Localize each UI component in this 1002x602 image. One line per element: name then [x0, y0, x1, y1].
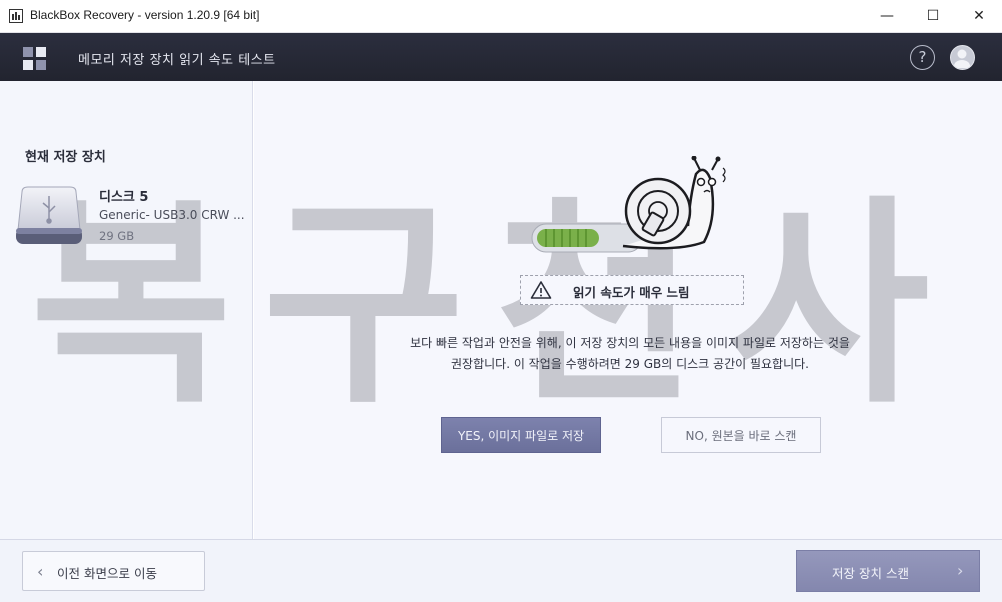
device-size: 29 GB: [99, 229, 135, 243]
menu-grid-icon[interactable]: [23, 47, 47, 71]
page-title: 메모리 저장 장치 읽기 속도 테스트: [78, 53, 276, 68]
minimize-button[interactable]: —: [864, 0, 910, 32]
slow-speed-warning: 읽기 속도가 매우 느림: [520, 275, 744, 305]
title-bar: BlackBox Recovery - version 1.20.9 [64 b…: [0, 0, 1002, 33]
user-avatar-icon[interactable]: [950, 45, 975, 70]
chevron-right-icon: ›: [957, 561, 964, 580]
warning-text: 읽기 속도가 매우 느림: [573, 285, 690, 300]
recommendation-line-1: 보다 빠른 작업과 안전을 위해, 이 저장 장치의 모든 내용을 이미지 파일…: [410, 336, 850, 350]
scan-original-button[interactable]: NO, 원본을 바로 스캔: [661, 417, 821, 453]
recommendation-text: 보다 빠른 작업과 안전을 위해, 이 저장 장치의 모든 내용을 이미지 파일…: [300, 333, 960, 375]
warning-icon: [530, 281, 552, 299]
app-header: 메모리 저장 장치 읽기 속도 테스트 ?: [0, 33, 1002, 81]
maximize-button[interactable]: ☐: [910, 0, 956, 32]
back-button[interactable]: ‹ 이전 화면으로 이동: [22, 551, 205, 591]
window-title: BlackBox Recovery - version 1.20.9 [64 b…: [30, 8, 260, 22]
recommendation-line-2: 권장합니다. 이 작업을 수행하려면 29 GB의 디스크 공간이 필요합니다.: [451, 357, 809, 371]
scan-device-button[interactable]: 저장 장치 스캔 ›: [796, 550, 980, 592]
usb-drive-icon: [16, 186, 82, 244]
device-name: 디스크 5: [99, 190, 149, 205]
close-button[interactable]: ✕: [956, 0, 1002, 32]
main-panel: [254, 81, 1002, 539]
help-icon[interactable]: ?: [910, 45, 935, 70]
slow-snail-illustration: [531, 156, 726, 253]
device-model: Generic- USB3.0 CRW ...: [99, 208, 245, 222]
app-icon: [9, 9, 23, 23]
chevron-left-icon: ‹: [37, 562, 44, 581]
scan-button-label: 저장 장치 스캔: [832, 566, 909, 581]
save-image-button[interactable]: YES, 이미지 파일로 저장: [441, 417, 601, 453]
device-section-title: 현재 저장 장치: [25, 150, 106, 165]
back-button-label: 이전 화면으로 이동: [57, 566, 157, 581]
